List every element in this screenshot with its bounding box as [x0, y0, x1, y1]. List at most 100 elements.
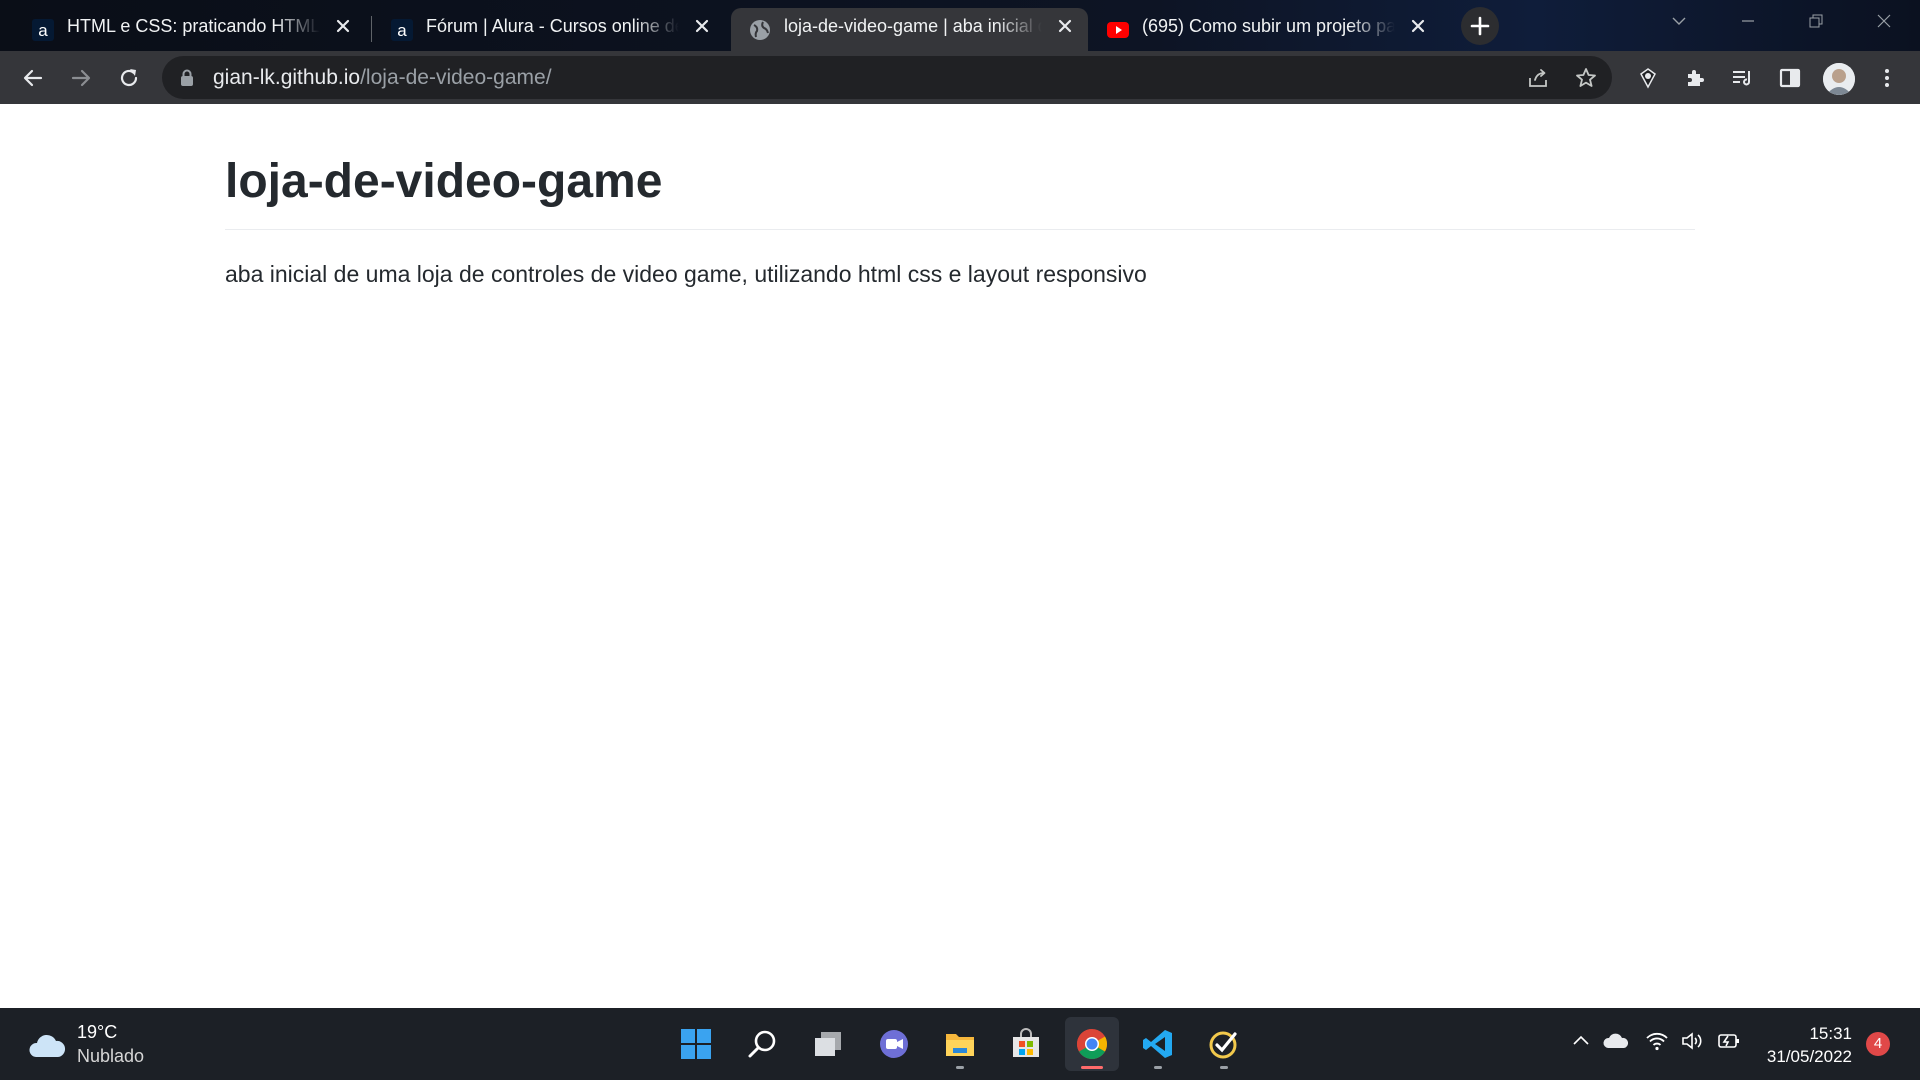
back-button[interactable]	[16, 61, 50, 95]
youtube-icon	[1107, 19, 1129, 41]
restore-icon	[1809, 14, 1823, 28]
vscode-button[interactable]	[1131, 1017, 1185, 1071]
playlist-music-icon	[1733, 71, 1750, 86]
vscode-icon	[1143, 1030, 1172, 1058]
system-clock[interactable]: 15:31 31/05/2022	[1752, 1022, 1852, 1068]
menu-button[interactable]	[1870, 61, 1904, 95]
globe-icon	[749, 19, 771, 41]
battery-tray-icon[interactable]	[1716, 1030, 1742, 1052]
media-controls-button[interactable]	[1725, 61, 1759, 95]
plus-icon	[1470, 16, 1490, 36]
taskbar-search-button[interactable]	[735, 1017, 789, 1071]
chrome-icon	[1076, 1029, 1108, 1060]
minimize-button[interactable]	[1714, 0, 1782, 42]
notification-badge[interactable]: 4	[1866, 1032, 1890, 1056]
share-icon[interactable]	[1526, 66, 1550, 90]
microsoft-store-button[interactable]	[999, 1017, 1053, 1071]
new-tab-button[interactable]	[1461, 7, 1499, 45]
tab-alura-html-css[interactable]: a HTML e CSS: praticando HTML/CSS | Alur…	[14, 8, 366, 51]
active-indicator	[1081, 1066, 1103, 1069]
onedrive-tray-icon[interactable]	[1603, 1030, 1629, 1052]
url-host: gian-lk.github.io	[213, 66, 361, 89]
tab-youtube[interactable]: (695) Como subir um projeto para o GitHu…	[1089, 8, 1441, 51]
address-bar[interactable]: gian-lk.github.io/loja-de-video-game/	[162, 56, 1612, 99]
running-indicator	[956, 1066, 964, 1069]
volume-tray-icon[interactable]	[1680, 1030, 1704, 1052]
close-icon[interactable]	[1409, 17, 1427, 35]
page-title: loja-de-video-game	[225, 155, 663, 208]
teams-chat-button[interactable]	[867, 1017, 921, 1071]
clock-date: 31/05/2022	[1766, 1047, 1852, 1066]
extensions-button[interactable]	[1678, 61, 1712, 95]
microsoft-store-icon	[1013, 1028, 1039, 1057]
lock-icon[interactable]	[180, 69, 194, 87]
tab-forum-alura[interactable]: a Fórum | Alura - Cursos online de tecno…	[373, 8, 725, 51]
close-icon[interactable]	[1056, 17, 1074, 35]
tab-title: loja-de-video-game | aba inicial de uma …	[784, 16, 1042, 36]
close-window-button[interactable]	[1850, 0, 1918, 42]
show-hidden-icons-button[interactable]	[1570, 1030, 1592, 1052]
cloud-icon	[29, 1034, 66, 1057]
more-vert-icon	[1885, 69, 1889, 87]
reload-icon	[120, 69, 138, 87]
task-view-button[interactable]	[801, 1017, 855, 1071]
browser-toolbar: gian-lk.github.io/loja-de-video-game/	[0, 51, 1920, 104]
windows-start-icon	[681, 1029, 711, 1059]
weather-temperature: 19°C	[77, 1022, 118, 1042]
reload-button[interactable]	[112, 61, 146, 95]
start-button[interactable]	[669, 1017, 723, 1071]
page-description: aba inicial de uma loja de controles de …	[225, 261, 1147, 287]
search-icon	[748, 1030, 776, 1058]
battery-charging-icon	[1718, 1034, 1739, 1048]
svg-text:a: a	[397, 21, 407, 40]
alura-icon: a	[391, 19, 413, 41]
task-view-icon	[815, 1032, 841, 1056]
file-explorer-icon	[946, 1034, 974, 1056]
web-page: loja-de-video-game aba inicial de uma lo…	[0, 104, 1920, 1008]
arrow-right-icon	[71, 69, 91, 87]
url-text: gian-lk.github.io/loja-de-video-game/	[213, 56, 552, 99]
alura-icon: a	[32, 19, 54, 41]
tab-title: Fórum | Alura - Cursos online de tecnolo…	[426, 16, 679, 36]
tab-title: (695) Como subir um projeto para o GitHu…	[1142, 16, 1395, 36]
file-explorer-button[interactable]	[933, 1017, 987, 1071]
windows-taskbar: 19°C Nublado 15:31 31/05/2022 4	[0, 1008, 1920, 1080]
running-indicator	[1220, 1066, 1228, 1069]
wifi-icon	[1646, 1032, 1668, 1051]
tab-title: HTML e CSS: praticando HTML/CSS | Alura	[67, 16, 320, 36]
url-path: /loja-de-video-game/	[360, 66, 552, 89]
profile-avatar[interactable]	[1823, 63, 1855, 95]
arrow-left-icon	[23, 69, 43, 87]
side-panel-button[interactable]	[1773, 61, 1807, 95]
teams-chat-icon	[880, 1030, 908, 1058]
close-icon[interactable]	[693, 17, 711, 35]
close-icon	[1877, 14, 1891, 28]
running-indicator	[1154, 1066, 1162, 1069]
bookmark-star-icon[interactable]	[1574, 66, 1598, 90]
clock-time: 15:31	[1809, 1024, 1852, 1043]
weather-widget[interactable]: 19°C Nublado	[28, 1022, 178, 1068]
weather-condition: Nublado	[77, 1046, 145, 1066]
chevron-down-icon	[1672, 17, 1686, 25]
chevron-up-icon	[1573, 1035, 1589, 1045]
todo-app-icon	[1209, 1031, 1237, 1059]
side-panel-icon	[1779, 68, 1801, 88]
svg-text:a: a	[38, 21, 48, 40]
chrome-taskbar-button[interactable]	[1065, 1017, 1119, 1071]
restore-button[interactable]	[1782, 0, 1850, 42]
onedrive-cloud-icon	[1603, 1033, 1629, 1048]
todo-app-button[interactable]	[1197, 1017, 1251, 1071]
title-divider	[225, 229, 1695, 230]
forward-button[interactable]	[64, 61, 98, 95]
puzzle-icon	[1688, 70, 1704, 86]
tab-separator	[371, 16, 372, 42]
minimize-icon	[1742, 20, 1754, 22]
wifi-tray-icon[interactable]	[1645, 1030, 1669, 1052]
tab-strip: a HTML e CSS: praticando HTML/CSS | Alur…	[0, 0, 1920, 51]
close-icon[interactable]	[334, 17, 352, 35]
extension-button[interactable]	[1631, 61, 1665, 95]
speaker-icon	[1682, 1032, 1702, 1050]
tab-loja-de-video-game[interactable]: loja-de-video-game | aba inicial de uma …	[731, 8, 1088, 51]
tab-search-button[interactable]	[1645, 0, 1713, 42]
shield-extension-icon	[1640, 68, 1656, 89]
